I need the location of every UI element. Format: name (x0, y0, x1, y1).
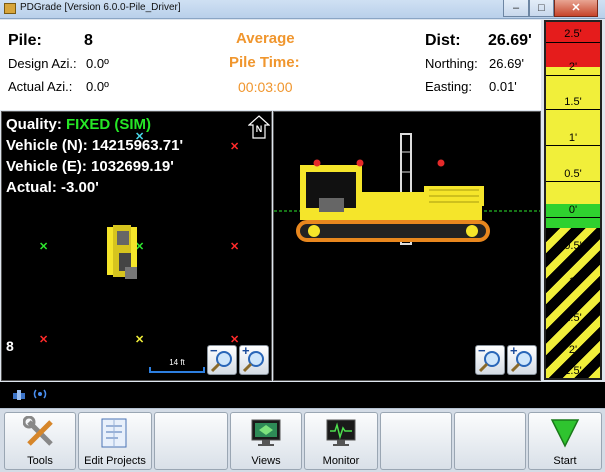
pile-marker: ✕ (39, 334, 49, 346)
zoom-in-glyph: + (510, 343, 518, 358)
zoom-out-glyph: − (210, 343, 218, 358)
edit-projects-icon (98, 416, 132, 455)
pile-label: Pile: (8, 32, 42, 49)
monitor-icon (324, 416, 358, 455)
scale-tick (546, 145, 600, 146)
scale-bar: 14 ft (147, 358, 207, 376)
scale-label: 2' (568, 61, 578, 73)
pile-value: 8 (84, 32, 93, 49)
window-title: PDGrade [Version 6.0.0-Pile_Driver] (20, 2, 181, 13)
pile-marker: ✕ (230, 241, 240, 253)
scale-label: 14 ft (169, 358, 185, 367)
scale-label: 0.5' (564, 168, 582, 180)
plan-zoom-in-button[interactable]: + (239, 343, 269, 375)
scale-label: 1' (568, 132, 578, 144)
actual-azi-value: 0.0º (86, 79, 109, 94)
quality-line: Quality: FIXED (SIM) (6, 116, 151, 133)
edit-projects-label: Edit Projects (84, 455, 146, 467)
plan-view[interactable]: Quality: FIXED (SIM) Vehicle (N): 142159… (1, 111, 272, 381)
scale-tick (546, 109, 600, 110)
scale-label: 1.5' (564, 312, 582, 324)
close-button[interactable]: ✕ (554, 0, 598, 17)
pile-marker: ✕ (230, 141, 240, 153)
design-azi-value: 0.0º (86, 56, 109, 71)
scale-label: 2.5' (564, 365, 582, 377)
vehicle-easting: Vehicle (E): 1032699.19' (6, 158, 174, 175)
empty-slot-button[interactable] (154, 412, 228, 470)
empty-slot-button[interactable] (454, 412, 526, 470)
monitor-button[interactable]: Monitor (304, 412, 378, 470)
scale-label: 0' (568, 204, 578, 216)
average-label: Average (236, 30, 295, 47)
actual-azi-label: Actual Azi.: (8, 79, 73, 94)
vehicle-top-icon (105, 223, 139, 281)
plan-zoom-out-button[interactable]: − (207, 343, 237, 375)
scale-bar-line (149, 367, 205, 373)
current-pile-number: 8 (6, 338, 14, 354)
vehicle-northing: Vehicle (N): 14215963.71' (6, 137, 184, 154)
scale-label: 1.5' (564, 96, 582, 108)
bottom-toolbar: Tools Edit Projects Views Monitor Start (0, 408, 605, 472)
views-icon (249, 416, 283, 455)
side-view[interactable]: − + (273, 111, 541, 381)
radio-signal-icon (32, 386, 48, 402)
scale-tick (546, 75, 600, 76)
pile-time-value: 00:03:00 (238, 79, 293, 95)
maximize-button[interactable]: □ (529, 0, 554, 17)
elevation-indicator: 2.5' 2' 1.5' 1' 0.5' 0' 0.5' 1' 1.5' 2' … (544, 20, 602, 380)
northing-label: Northing: (425, 56, 478, 71)
scale-label: 1' (568, 276, 578, 288)
pile-time-label: Pile Time: (229, 54, 300, 71)
scale-tick (546, 217, 600, 218)
app-icon (4, 3, 16, 14)
title-bar: PDGrade [Version 6.0.0-Pile_Driver] – □ … (0, 0, 605, 19)
actual-elevation: Actual: -3.00' (6, 179, 99, 196)
side-zoom-in-button[interactable]: + (507, 343, 537, 375)
scale-label: 2.5' (564, 28, 582, 40)
quality-label: Quality: (6, 116, 62, 133)
views-button[interactable]: Views (230, 412, 302, 470)
north-arrow-icon: N (247, 115, 271, 139)
northing-value: 26.69' (489, 56, 525, 71)
tools-label: Tools (27, 455, 53, 467)
north-label: N (255, 124, 263, 134)
views-label: Views (251, 455, 281, 467)
dist-value: 26.69' (488, 32, 532, 49)
pile-driver-side-graphic (274, 133, 540, 245)
pile-marker: ✕ (135, 334, 145, 346)
start-button[interactable]: Start (528, 412, 602, 470)
side-zoom-out-button[interactable]: − (475, 343, 505, 375)
monitor-label: Monitor (322, 455, 360, 467)
empty-slot-button[interactable] (380, 412, 452, 470)
status-strip (0, 382, 605, 408)
dist-label: Dist: (425, 32, 461, 49)
scale-label: 0.5' (564, 240, 582, 252)
minimize-button[interactable]: – (503, 0, 529, 17)
pile-marker: ✕ (135, 131, 145, 143)
pile-marker: ✕ (39, 241, 49, 253)
scale-tick (546, 42, 600, 43)
edit-projects-button[interactable]: Edit Projects (78, 412, 152, 470)
start-arrow-icon (548, 416, 582, 455)
zoom-out-glyph: − (478, 343, 486, 358)
design-azi-label: Design Azi.: (8, 56, 77, 71)
gps-status-icon (12, 388, 26, 402)
scale-label: 2' (568, 344, 578, 356)
tools-button[interactable]: Tools (4, 412, 76, 470)
pile-info-panel: Pile: 8 Design Azi.: 0.0º Actual Azi.: 0… (0, 20, 541, 110)
easting-label: Easting: (425, 79, 472, 94)
easting-value: 0.01' (489, 79, 517, 94)
start-label: Start (553, 455, 577, 467)
scale-tick (546, 181, 600, 182)
tools-icon (22, 415, 57, 455)
zoom-in-glyph: + (242, 343, 250, 358)
